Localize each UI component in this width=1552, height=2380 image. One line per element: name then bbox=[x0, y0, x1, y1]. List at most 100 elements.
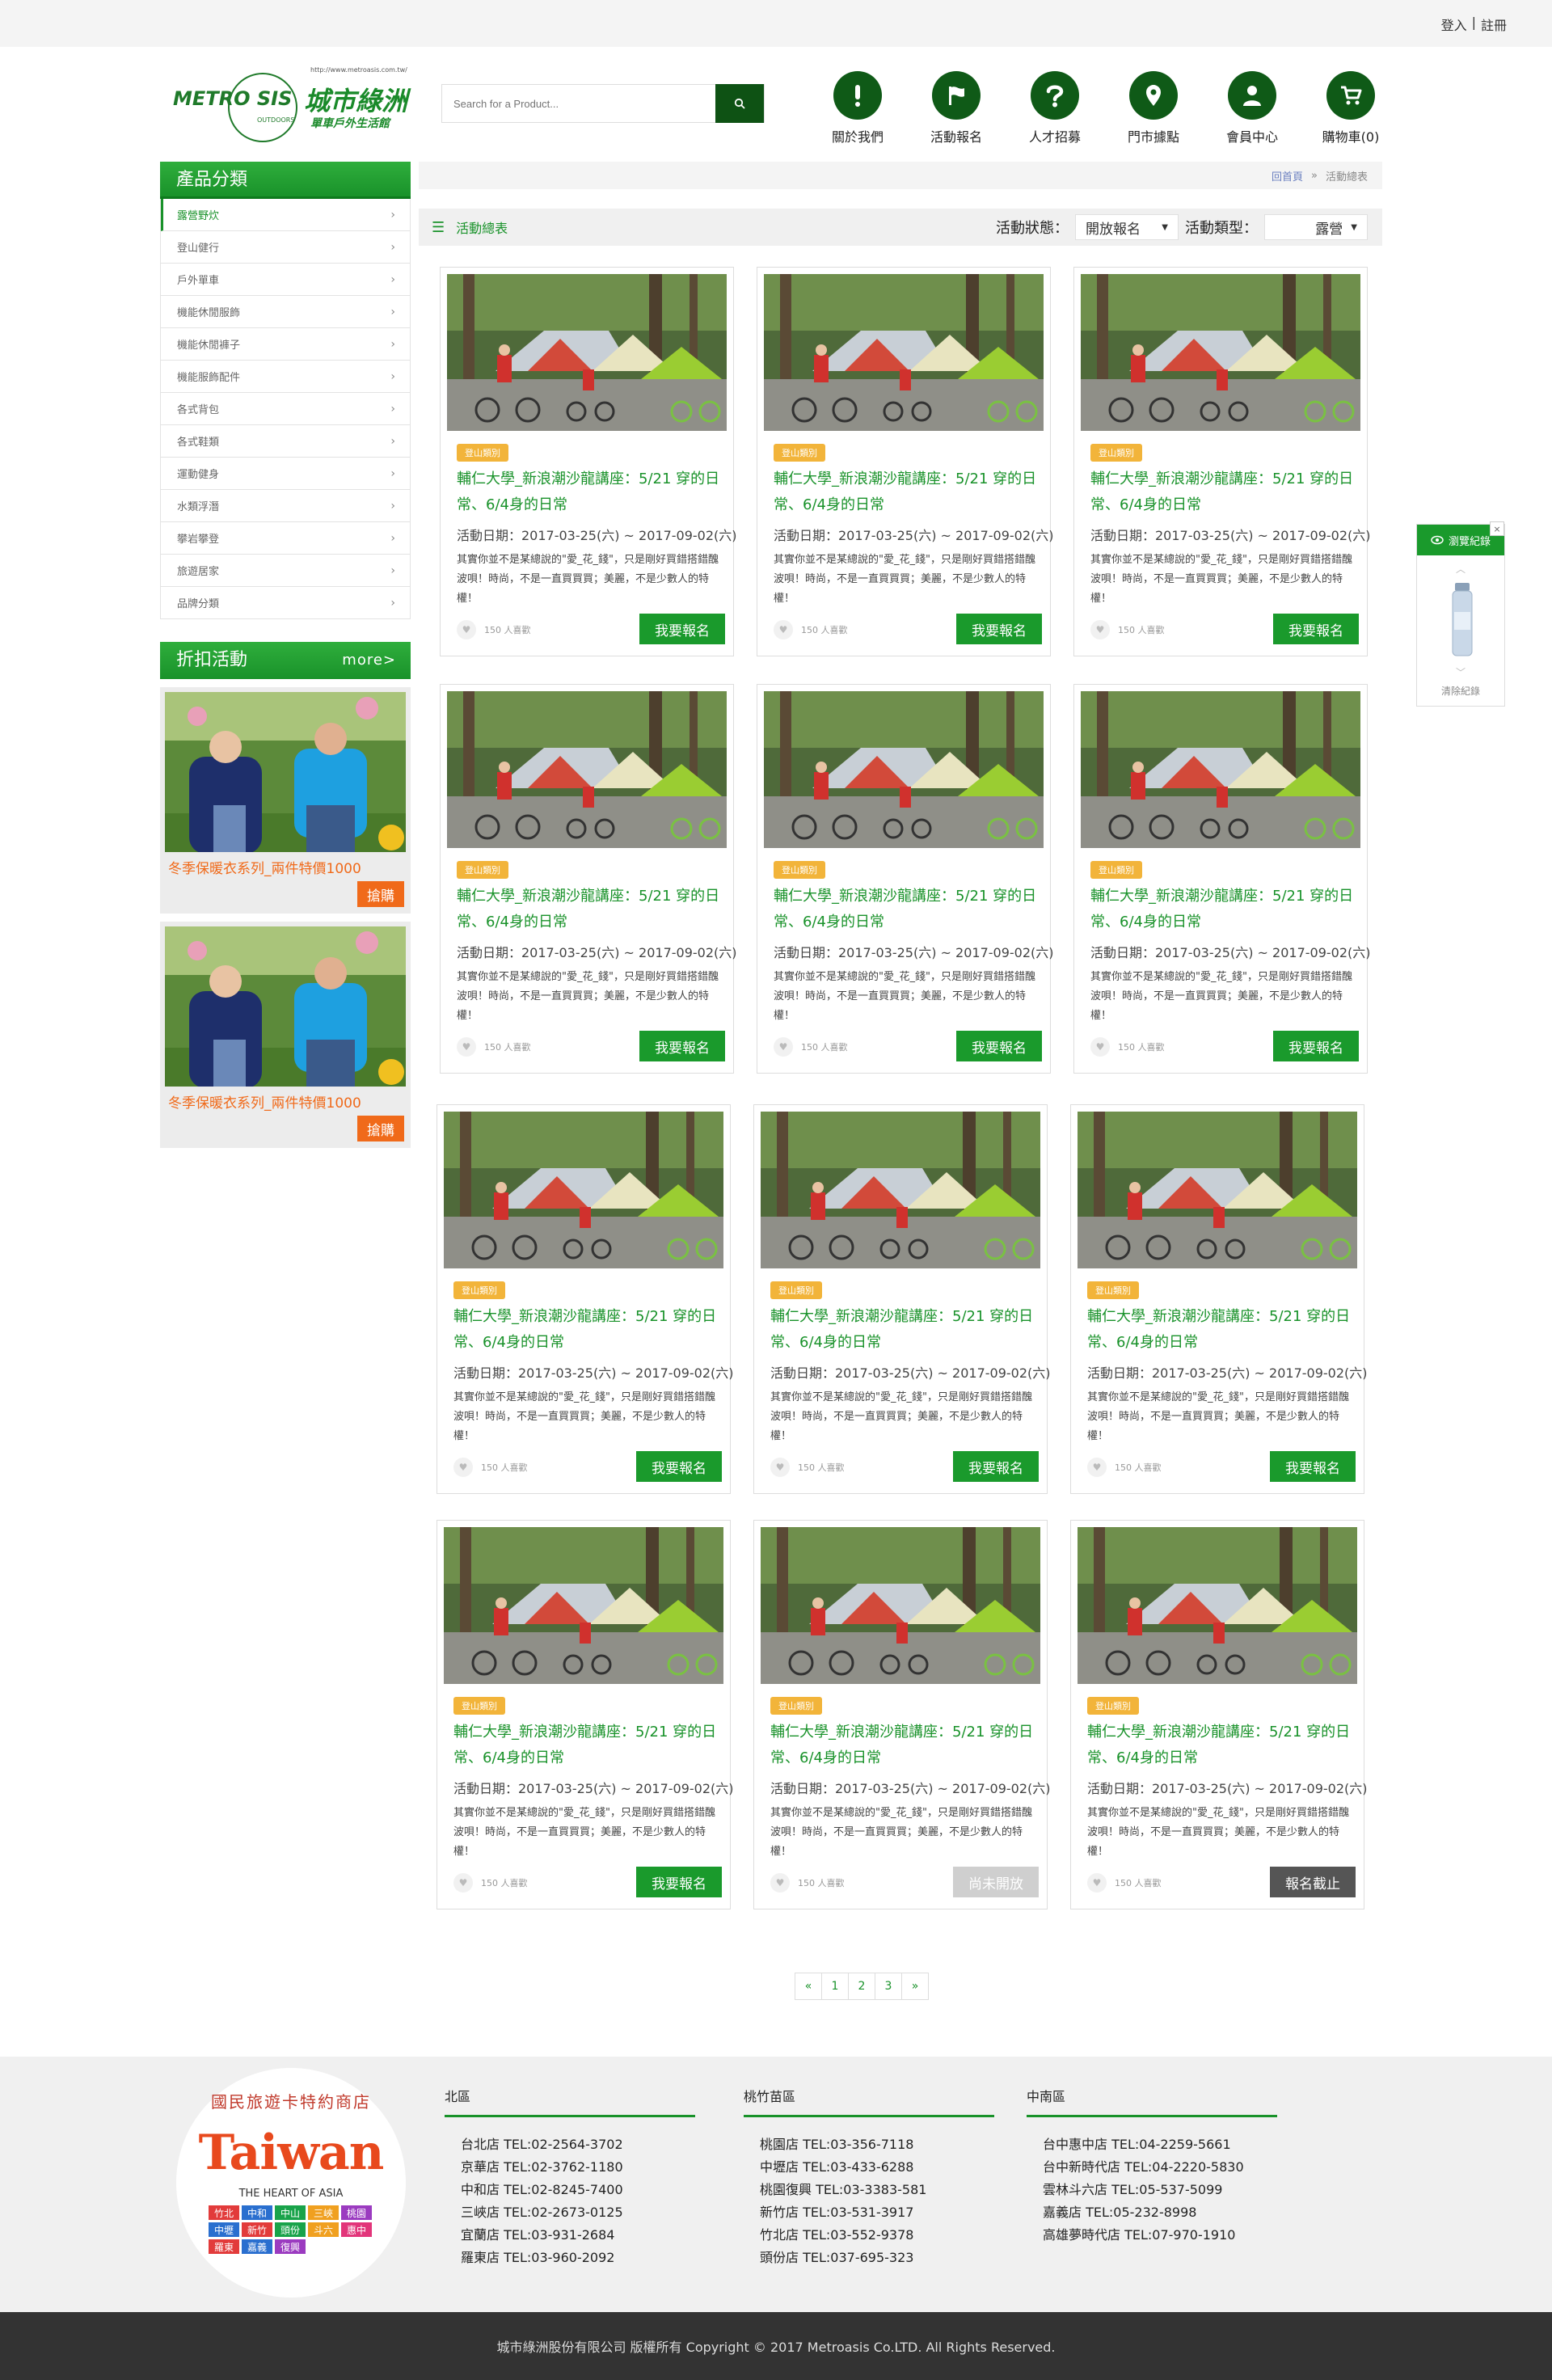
event-image[interactable] bbox=[444, 1527, 723, 1684]
promo-image[interactable] bbox=[165, 926, 406, 1088]
signup-button[interactable]: 我要報名 bbox=[1273, 614, 1359, 644]
signup-button[interactable]: 我要報名 bbox=[636, 1867, 722, 1897]
event-title[interactable]: 輔仁大學_新浪潮沙龍講座：5/21 穿的日常、6/4身的日常 bbox=[457, 466, 723, 518]
heart-icon[interactable]: ♥ bbox=[774, 620, 793, 639]
page-link-2[interactable]: 2 bbox=[848, 1973, 875, 2000]
event-image[interactable] bbox=[444, 1112, 723, 1268]
category-item[interactable]: 機能服飾配件 › bbox=[161, 361, 410, 393]
event-image[interactable] bbox=[1078, 1527, 1357, 1684]
promo-card[interactable]: 冬季保暖衣系列_兩件特價1000 搶購 bbox=[160, 687, 411, 914]
breadcrumb-home-link[interactable]: 回首頁 bbox=[1272, 168, 1303, 184]
nav-item-3[interactable]: 人才招募 bbox=[1006, 71, 1104, 146]
category-item[interactable]: 水類浮潛 › bbox=[161, 490, 410, 522]
buy-now-button[interactable]: 搶購 bbox=[357, 1116, 404, 1141]
event-description: 其實你並不是某總說的"愛_花_錢"，只是剛好買錯搭錯醜波唄！時尚，不是一直買買買… bbox=[770, 1391, 1032, 1442]
badge-store-tile: 斗六 bbox=[308, 2222, 339, 2237]
heart-icon[interactable]: ♥ bbox=[457, 620, 476, 639]
chevron-down-icon[interactable]: ﹀ bbox=[1417, 665, 1504, 679]
promo-text[interactable]: 冬季保暖衣系列_兩件特價1000 bbox=[168, 1091, 361, 1112]
page-link-1[interactable]: 1 bbox=[821, 1973, 849, 2000]
category-item[interactable]: 運動健身 › bbox=[161, 458, 410, 490]
heart-icon[interactable]: ♥ bbox=[453, 1458, 473, 1477]
event-image[interactable] bbox=[447, 691, 727, 848]
page-link-next[interactable]: » bbox=[901, 1973, 929, 2000]
page-link-prev[interactable]: « bbox=[795, 1973, 822, 2000]
heart-icon[interactable]: ♥ bbox=[774, 1037, 793, 1057]
signup-button[interactable]: 我要報名 bbox=[956, 614, 1042, 644]
buy-now-button[interactable]: 搶購 bbox=[357, 881, 404, 907]
event-title[interactable]: 輔仁大學_新浪潮沙龍講座：5/21 穿的日常、6/4身的日常 bbox=[1087, 1720, 1354, 1771]
signup-button[interactable]: 我要報名 bbox=[639, 1031, 725, 1061]
category-item[interactable]: 登山健行 › bbox=[161, 231, 410, 264]
heart-icon[interactable]: ♥ bbox=[457, 1037, 476, 1057]
event-title[interactable]: 輔仁大學_新浪潮沙龍講座：5/21 穿的日常、6/4身的日常 bbox=[774, 466, 1040, 518]
event-title[interactable]: 輔仁大學_新浪潮沙龍講座：5/21 穿的日常、6/4身的日常 bbox=[453, 1304, 720, 1356]
event-title[interactable]: 輔仁大學_新浪潮沙龍講座：5/21 穿的日常、6/4身的日常 bbox=[770, 1304, 1037, 1356]
event-image[interactable] bbox=[761, 1527, 1040, 1684]
signup-button[interactable]: 我要報名 bbox=[639, 614, 725, 644]
signup-button[interactable]: 我要報名 bbox=[636, 1451, 722, 1482]
event-image[interactable] bbox=[764, 274, 1044, 431]
category-item[interactable]: 攀岩攀登 › bbox=[161, 522, 410, 555]
heart-icon[interactable]: ♥ bbox=[453, 1873, 473, 1893]
category-item[interactable]: 機能休閒服飾 › bbox=[161, 296, 410, 328]
store-item: 新竹店 TEL:03-531-3917 bbox=[760, 2205, 914, 2220]
signup-button[interactable]: 我要報名 bbox=[1270, 1451, 1356, 1482]
clear-history-link[interactable]: 清除紀錄 bbox=[1417, 684, 1504, 698]
category-item[interactable]: 戶外單車 › bbox=[161, 264, 410, 296]
chevron-up-icon[interactable]: ︿ bbox=[1417, 562, 1504, 576]
type-select[interactable]: 露營 ▼ bbox=[1264, 214, 1368, 240]
close-icon[interactable]: × bbox=[1490, 521, 1504, 536]
event-image[interactable] bbox=[764, 691, 1044, 848]
heart-icon[interactable]: ♥ bbox=[770, 1873, 790, 1893]
promo-card[interactable]: 冬季保暖衣系列_兩件特價1000 搶購 bbox=[160, 922, 411, 1148]
nav-item-4[interactable]: 門市據點 bbox=[1104, 71, 1203, 146]
event-title[interactable]: 輔仁大學_新浪潮沙龍講座：5/21 穿的日常、6/4身的日常 bbox=[1087, 1304, 1354, 1356]
event-image[interactable] bbox=[447, 274, 727, 431]
event-title[interactable]: 輔仁大學_新浪潮沙龍講座：5/21 穿的日常、6/4身的日常 bbox=[774, 884, 1040, 935]
event-title[interactable]: 輔仁大學_新浪潮沙龍講座：5/21 穿的日常、6/4身的日常 bbox=[457, 884, 723, 935]
event-image[interactable] bbox=[1081, 691, 1360, 848]
status-select[interactable]: 開放報名 ▼ bbox=[1075, 214, 1179, 240]
nav-item-5[interactable]: 會員中心 bbox=[1203, 71, 1301, 146]
register-link[interactable]: 註冊 bbox=[1481, 15, 1507, 34]
product-thumbnail[interactable] bbox=[1444, 580, 1480, 660]
event-title[interactable]: 輔仁大學_新浪潮沙龍講座：5/21 穿的日常、6/4身的日常 bbox=[770, 1720, 1037, 1771]
top-bar: 登入 | 註冊 bbox=[0, 0, 1552, 47]
heart-icon[interactable]: ♥ bbox=[1087, 1873, 1107, 1893]
search-button[interactable] bbox=[715, 84, 764, 123]
signup-button[interactable]: 我要報名 bbox=[956, 1031, 1042, 1061]
nav-item-2[interactable]: 活動報名 bbox=[907, 71, 1006, 146]
signup-button[interactable]: 我要報名 bbox=[953, 1451, 1039, 1482]
category-tag: 登山類別 bbox=[453, 1281, 505, 1299]
promo-more-link[interactable]: more> bbox=[342, 642, 396, 679]
search-input[interactable] bbox=[442, 85, 717, 122]
category-item[interactable]: 品牌分類 › bbox=[161, 587, 410, 619]
category-item[interactable]: 各式鞋類 › bbox=[161, 425, 410, 458]
event-title[interactable]: 輔仁大學_新浪潮沙龍講座：5/21 穿的日常、6/4身的日常 bbox=[453, 1720, 720, 1771]
event-image[interactable] bbox=[1078, 1112, 1357, 1268]
category-item[interactable]: 旅遊居家 › bbox=[161, 555, 410, 587]
event-image[interactable] bbox=[761, 1112, 1040, 1268]
category-label: 各式鞋類 bbox=[177, 437, 220, 449]
heart-icon[interactable]: ♥ bbox=[1090, 1037, 1110, 1057]
nav-item-6[interactable]: 購物車(0) bbox=[1301, 71, 1400, 146]
site-logo[interactable]: http://www.metroasis.com.tw/ METRO SIS O… bbox=[173, 63, 407, 142]
event-image[interactable] bbox=[1081, 274, 1360, 431]
breadcrumb-separator: » bbox=[1311, 169, 1318, 182]
category-item[interactable]: 各式背包 › bbox=[161, 393, 410, 425]
login-link[interactable]: 登入 bbox=[1441, 15, 1467, 34]
category-item[interactable]: 機能休閒褲子 › bbox=[161, 328, 410, 361]
badge-store-tile: 惠中 bbox=[341, 2222, 372, 2237]
nav-item-1[interactable]: 關於我們 bbox=[808, 71, 907, 146]
heart-icon[interactable]: ♥ bbox=[1087, 1458, 1107, 1477]
promo-image[interactable] bbox=[165, 692, 406, 854]
page-link-3[interactable]: 3 bbox=[875, 1973, 902, 2000]
event-title[interactable]: 輔仁大學_新浪潮沙龍講座：5/21 穿的日常、6/4身的日常 bbox=[1090, 466, 1357, 518]
category-item[interactable]: 露營野炊 › bbox=[161, 199, 410, 231]
heart-icon[interactable]: ♥ bbox=[1090, 620, 1110, 639]
heart-icon[interactable]: ♥ bbox=[770, 1458, 790, 1477]
signup-button[interactable]: 我要報名 bbox=[1273, 1031, 1359, 1061]
promo-text[interactable]: 冬季保暖衣系列_兩件特價1000 bbox=[168, 857, 361, 877]
event-title[interactable]: 輔仁大學_新浪潮沙龍講座：5/21 穿的日常、6/4身的日常 bbox=[1090, 884, 1357, 935]
